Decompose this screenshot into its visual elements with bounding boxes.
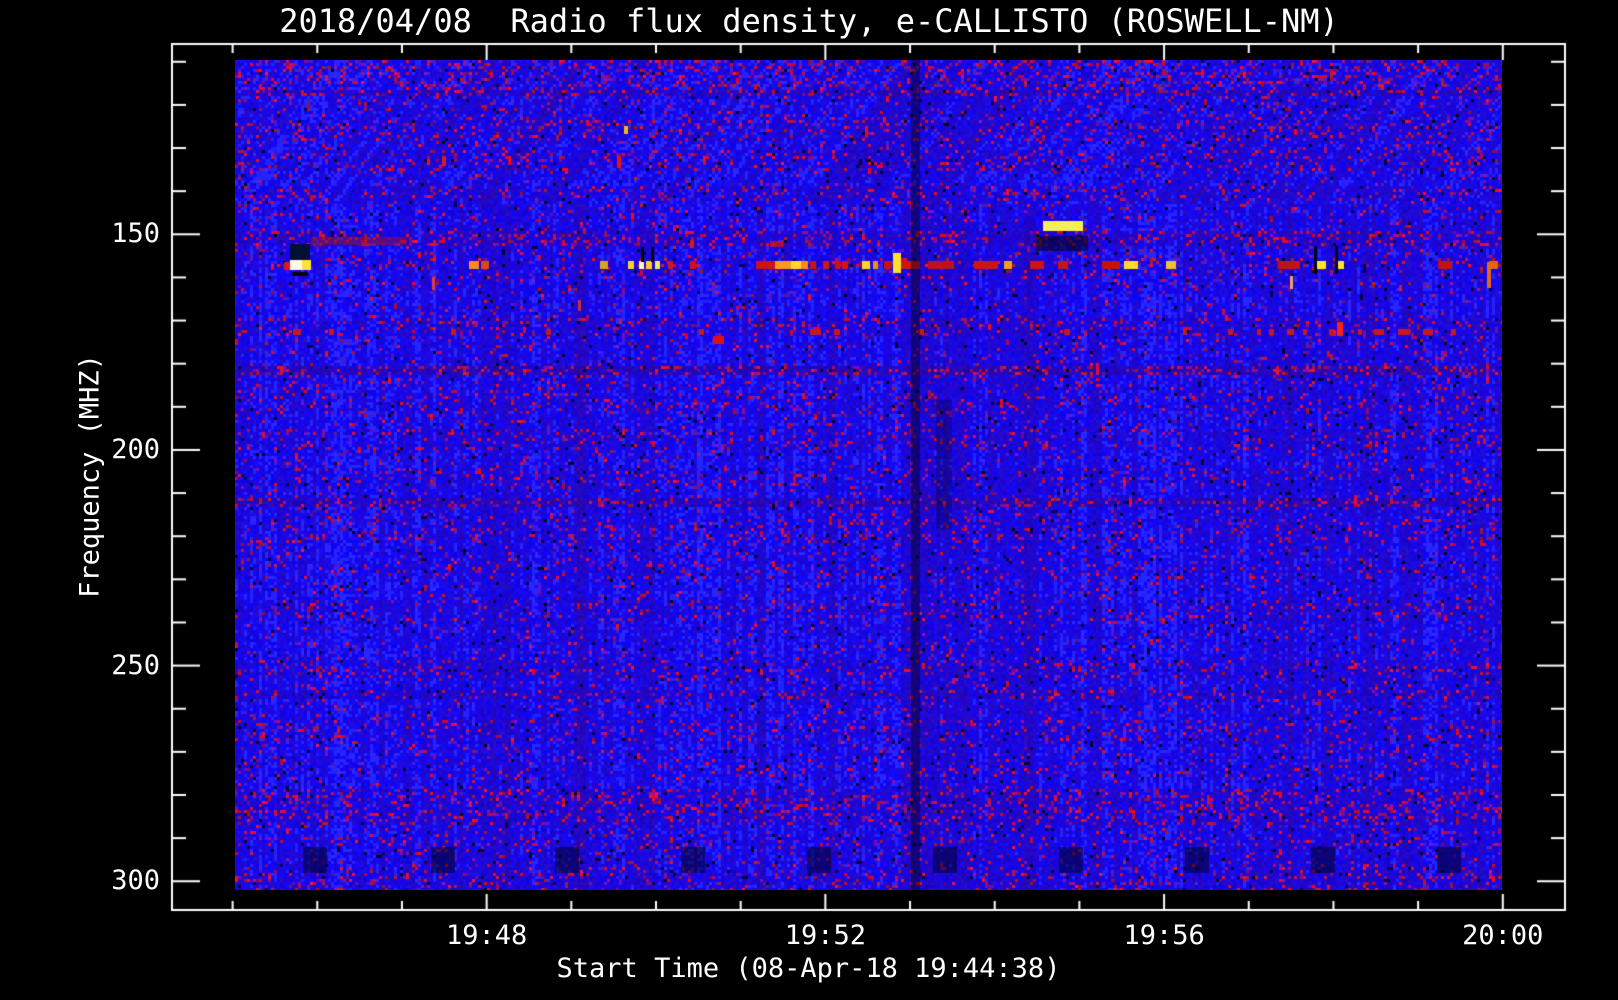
x-tick-label: 20:00 [1462, 920, 1544, 951]
y-axis-label: Frequency (MHZ) [74, 354, 106, 598]
y-tick-label: 150 [111, 218, 160, 250]
spectrogram-window: 2018/04/08 Radio flux density, e-CALLIST… [0, 0, 1618, 1000]
y-tick-label: 250 [111, 649, 160, 681]
y-tick-label: 300 [111, 865, 160, 897]
x-tick-label: 19:56 [1123, 920, 1205, 951]
x-tick-label: 19:52 [784, 920, 866, 951]
x-tick-label: 19:48 [445, 920, 528, 951]
x-axis-label: Start Time (08-Apr-18 19:44:38) [556, 953, 1061, 984]
axes-frame [0, 0, 1618, 1000]
